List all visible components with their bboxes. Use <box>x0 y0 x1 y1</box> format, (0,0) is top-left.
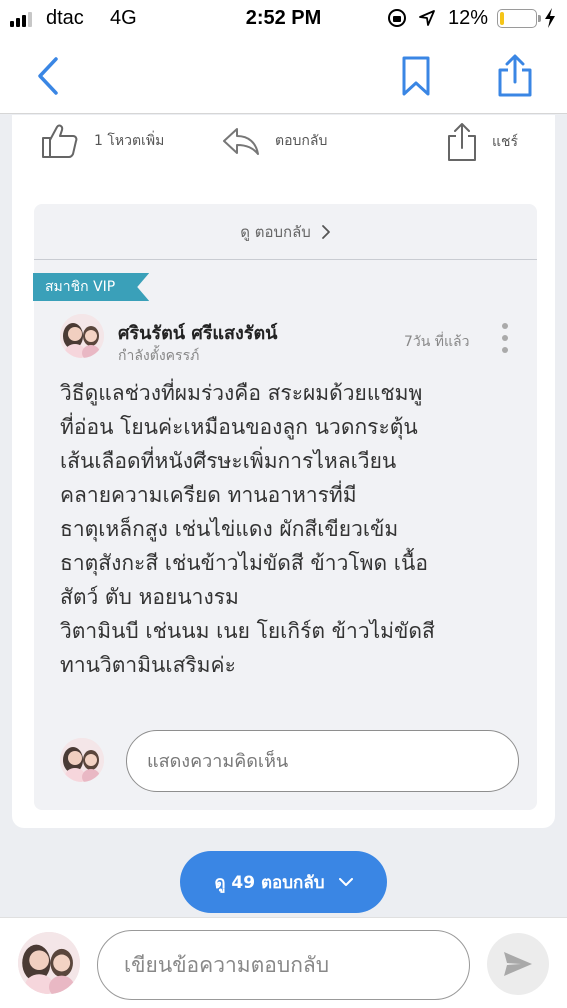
location-arrow-icon <box>419 10 435 26</box>
current-user-avatar <box>60 738 104 782</box>
author-avatar[interactable] <box>60 314 104 358</box>
more-options-icon[interactable] <box>500 323 510 353</box>
reply-bar <box>0 917 567 1008</box>
battery-icon <box>497 9 541 28</box>
chevron-right-icon <box>321 224 330 239</box>
battery-percent: 12% <box>448 7 489 29</box>
back-button[interactable] <box>24 52 72 100</box>
comment-body-line: ธาตุสังกะสี เช่นข้าวไม่ขัดสี ข้าวโพด เนื… <box>60 551 428 575</box>
share-icon <box>448 123 476 161</box>
view-replies-label: ดู ตอบกลับ <box>240 222 311 241</box>
post-card: 1 โหวตเพิ่ม ตอบกลับ แชร์ ดู ตอบกลับ สมาช… <box>12 115 555 828</box>
comment-body-line: ที่อ่อน โยนค่ะเหมือนของลูก นวดกระตุ้น <box>60 415 418 439</box>
send-icon <box>504 952 532 976</box>
comment-body: วิธีดูแลช่วงที่ผมร่วงคือ สระผมด้วยแชมพูท… <box>60 376 520 682</box>
current-user-avatar <box>18 932 80 994</box>
reply-input[interactable] <box>97 930 470 1000</box>
charging-bolt-icon <box>545 8 555 28</box>
back-chevron-icon <box>38 57 58 95</box>
comment-input[interactable] <box>126 730 519 792</box>
rotation-lock-icon <box>388 9 406 27</box>
reply-label: ตอบกลับ <box>275 133 328 149</box>
share-action-button[interactable]: แชร์ <box>446 121 518 163</box>
reply-arrow-icon <box>223 128 259 155</box>
author-status: กำลังตั้งครรภ์ <box>118 348 200 364</box>
comment-body-line: คลายความเครียด ทานอาหารที่มี <box>60 483 357 507</box>
bookmark-icon <box>402 56 430 96</box>
vote-button[interactable]: 1 โหวตเพิ่ม <box>40 121 164 161</box>
comment-body-line: ธาตุเหล็กสูง เช่นไข่แดง ผักสีเขียวเข้ม <box>60 517 399 541</box>
comment-body-line: วิธีดูแลช่วงที่ผมร่วงคือ สระผมด้วยแชมพู <box>60 381 423 405</box>
nav-bar <box>0 38 567 114</box>
chevron-down-icon <box>338 877 353 886</box>
comment-body-line: ทานวิตามินเสริมค่ะ <box>60 653 236 677</box>
send-button[interactable] <box>487 933 549 995</box>
comment-body-line: วิตามินบี เช่นนม เนย โยเกิร์ต ข้าวไม่ขัด… <box>60 619 435 643</box>
share-icon <box>498 54 532 97</box>
comment-body-line: เส้นเลือดที่หนังศีรษะเพิ่มการไหลเวียน <box>60 449 397 473</box>
avatar-photo-icon <box>60 314 104 358</box>
status-bar: dtac 4G 2:52 PM 12% <box>0 0 567 38</box>
vote-label: 1 โหวตเพิ่ม <box>94 133 165 149</box>
bookmark-button[interactable] <box>392 52 440 100</box>
view-more-replies-button[interactable]: ดู 49 ตอบกลับ <box>180 851 387 913</box>
reply-button[interactable]: ตอบกลับ <box>221 121 327 161</box>
comment-time: 7วัน ที่แล้ว <box>404 334 470 350</box>
share-button[interactable] <box>491 52 539 100</box>
comment-box: ดู ตอบกลับ สมาชิก VIP ศรินรัตน์ ศรีแสงรั… <box>34 204 537 810</box>
author-name[interactable]: ศรินรัตน์ ศรีแสงรัตน์ <box>118 318 277 347</box>
avatar-photo-icon <box>18 932 80 994</box>
view-replies-link[interactable]: ดู ตอบกลับ <box>34 204 537 260</box>
thumbs-up-icon <box>42 124 78 158</box>
view-more-replies-label: ดู 49 ตอบกลับ <box>214 872 325 893</box>
share-label: แชร์ <box>492 134 519 150</box>
vip-badge: สมาชิก VIP <box>33 273 149 301</box>
avatar-photo-icon <box>60 738 104 782</box>
comment-body-line: สัตว์ ตับ หอยนางรม <box>60 585 239 609</box>
